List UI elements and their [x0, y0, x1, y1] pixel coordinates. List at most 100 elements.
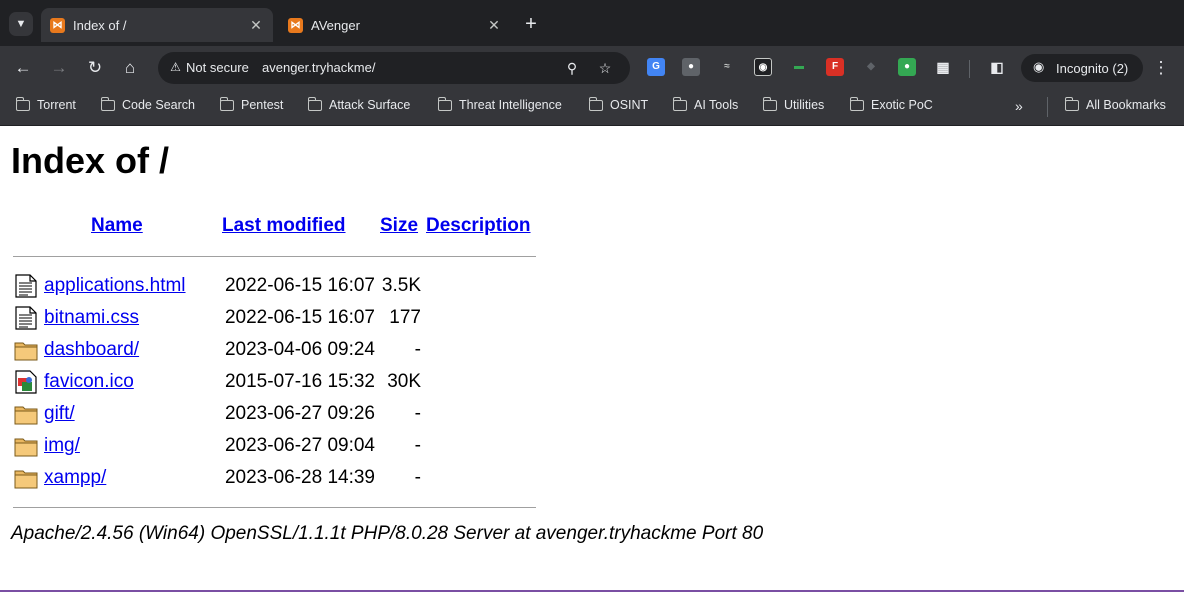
- incognito-button[interactable]: ◉ Incognito (2): [1021, 54, 1143, 82]
- forward-icon[interactable]: →: [47, 56, 71, 80]
- bookmark-star-icon[interactable]: ☆: [595, 58, 615, 78]
- table-row: gift/ 2023-06-27 09:26 -: [0, 401, 600, 431]
- file-link[interactable]: bitnami.css: [44, 307, 139, 329]
- file-modified: 2023-06-27 09:04: [224, 435, 375, 456]
- file-link[interactable]: applications.html: [44, 275, 186, 297]
- chevron-double-right-icon[interactable]: »: [1015, 98, 1023, 114]
- folder-icon: [100, 97, 115, 111]
- extensions-puzzle-icon[interactable]: ▦: [934, 58, 952, 76]
- bookmark-folder-utilities[interactable]: Utilities: [762, 97, 824, 118]
- server-signature: Apache/2.4.56 (Win64) OpenSSL/1.1.1t PHP…: [11, 523, 764, 544]
- bookmarks-bar: Torrent Code Search Pentest Attack Surfa…: [0, 90, 1184, 126]
- table-row: dashboard/ 2023-04-06 09:24 -: [0, 337, 600, 367]
- menu-icon[interactable]: ⋮: [1149, 56, 1173, 80]
- tab-title: Index of /: [73, 18, 127, 33]
- tab-avenger[interactable]: ⋈ AVenger ✕: [279, 8, 511, 42]
- column-header-size[interactable]: Size: [380, 215, 418, 237]
- extension-icon[interactable]: ≈: [718, 58, 736, 76]
- folder-icon: [437, 97, 452, 111]
- incognito-label: Incognito (2): [1056, 61, 1129, 76]
- file-size: -: [414, 403, 421, 424]
- folder-link[interactable]: img/: [44, 435, 80, 457]
- bookmark-folder-pentest[interactable]: Pentest: [219, 97, 283, 118]
- file-size: -: [414, 435, 421, 456]
- folder-icon: [307, 97, 322, 111]
- warning-icon[interactable]: ⚠: [168, 60, 183, 75]
- toolbar-divider: [969, 60, 970, 78]
- divider: [13, 256, 536, 257]
- folder-icon: [588, 97, 603, 111]
- folder-icon: [14, 342, 38, 361]
- xampp-icon: ⋈: [288, 18, 303, 33]
- file-modified: 2023-04-06 09:24: [224, 339, 375, 360]
- extension-icon[interactable]: ▬: [790, 58, 808, 76]
- table-row: img/ 2023-06-27 09:04 -: [0, 433, 600, 463]
- folder-icon: [762, 97, 777, 111]
- tab-strip: ▼ ⋈ Index of / ✕ ⋈ AVenger ✕ +: [0, 0, 1184, 46]
- incognito-icon: ◉: [1033, 59, 1045, 74]
- toolbar: ← → ↻ ⌂ ⚠ Not secure avenger.tryhackme/ …: [0, 46, 1184, 90]
- file-link[interactable]: favicon.ico: [44, 371, 134, 393]
- folder-icon: [15, 97, 30, 111]
- reload-icon[interactable]: ↻: [83, 56, 107, 80]
- security-label[interactable]: Not secure: [186, 60, 249, 75]
- extension-icon[interactable]: ◆: [862, 58, 880, 76]
- folder-link[interactable]: dashboard/: [44, 339, 139, 361]
- file-size: -: [414, 339, 421, 360]
- bookmark-folder-code-search[interactable]: Code Search: [100, 97, 195, 118]
- translate-extension-icon[interactable]: G: [647, 58, 665, 76]
- extension-icon[interactable]: F: [826, 58, 844, 76]
- zoom-icon[interactable]: ⚲: [562, 58, 582, 78]
- back-icon[interactable]: ←: [11, 56, 35, 80]
- table-row: applications.html 2022-06-15 16:07 3.5K: [0, 273, 600, 303]
- bookmark-folder-threat-intelligence[interactable]: Threat Intelligence: [437, 97, 562, 118]
- folder-link[interactable]: xampp/: [44, 467, 106, 489]
- folder-icon: [14, 406, 38, 425]
- bookmark-folder-ai-tools[interactable]: AI Tools: [672, 97, 738, 118]
- all-bookmarks-folder[interactable]: All Bookmarks: [1064, 97, 1166, 118]
- side-panel-icon[interactable]: ◧: [988, 58, 1006, 76]
- bookmarks-divider: [1047, 97, 1048, 117]
- column-header-name[interactable]: Name: [91, 215, 143, 237]
- bookmark-folder-torrent[interactable]: Torrent: [15, 97, 76, 118]
- text-file-icon: [15, 306, 37, 330]
- folder-icon: [14, 470, 38, 489]
- folder-icon: [849, 97, 864, 111]
- tab-index[interactable]: ⋈ Index of / ✕: [41, 8, 273, 42]
- browser-window: ▼ ⋈ Index of / ✕ ⋈ AVenger ✕ + ← → ↻ ⌂ ⚠…: [0, 0, 1184, 590]
- file-modified: 2023-06-28 14:39: [224, 467, 375, 488]
- close-icon[interactable]: ✕: [247, 16, 265, 34]
- folder-link[interactable]: gift/: [44, 403, 75, 425]
- file-size: -: [414, 467, 421, 488]
- file-modified: 2023-06-27 09:26: [224, 403, 375, 424]
- divider: [13, 507, 536, 508]
- text-file-icon: [15, 274, 37, 298]
- extension-icon[interactable]: ●: [898, 58, 916, 76]
- file-size: 177: [389, 307, 421, 328]
- file-modified: 2015-07-16 15:32: [224, 371, 375, 392]
- column-header-description[interactable]: Description: [426, 215, 531, 237]
- page-content: Index of / Name Last modified Size Descr…: [0, 126, 1184, 590]
- bookmark-folder-osint[interactable]: OSINT: [588, 97, 648, 118]
- file-size: 3.5K: [381, 275, 421, 296]
- address-bar[interactable]: ⚠ Not secure avenger.tryhackme/ ⚲ ☆: [158, 52, 630, 84]
- bookmark-folder-exotic-poc[interactable]: Exotic PoC: [849, 97, 933, 118]
- image-file-icon: [15, 370, 37, 394]
- folder-icon: [1064, 97, 1079, 111]
- extension-icon[interactable]: ◉: [754, 58, 772, 76]
- page-title: Index of /: [11, 140, 170, 181]
- extension-icon[interactable]: ●: [682, 58, 700, 76]
- folder-icon: [219, 97, 234, 111]
- column-header-last-modified[interactable]: Last modified: [222, 215, 346, 237]
- tab-search-icon[interactable]: ▼: [9, 12, 33, 36]
- tab-title: AVenger: [311, 18, 360, 33]
- new-tab-button[interactable]: +: [519, 13, 543, 37]
- folder-icon: [672, 97, 687, 111]
- close-icon[interactable]: ✕: [485, 16, 503, 34]
- home-icon[interactable]: ⌂: [118, 56, 142, 80]
- xampp-icon: ⋈: [50, 18, 65, 33]
- file-modified: 2022-06-15 16:07: [224, 307, 375, 328]
- file-size: 30K: [387, 371, 421, 392]
- url-text[interactable]: avenger.tryhackme/: [262, 60, 375, 75]
- bookmark-folder-attack-surface[interactable]: Attack Surface: [307, 97, 410, 118]
